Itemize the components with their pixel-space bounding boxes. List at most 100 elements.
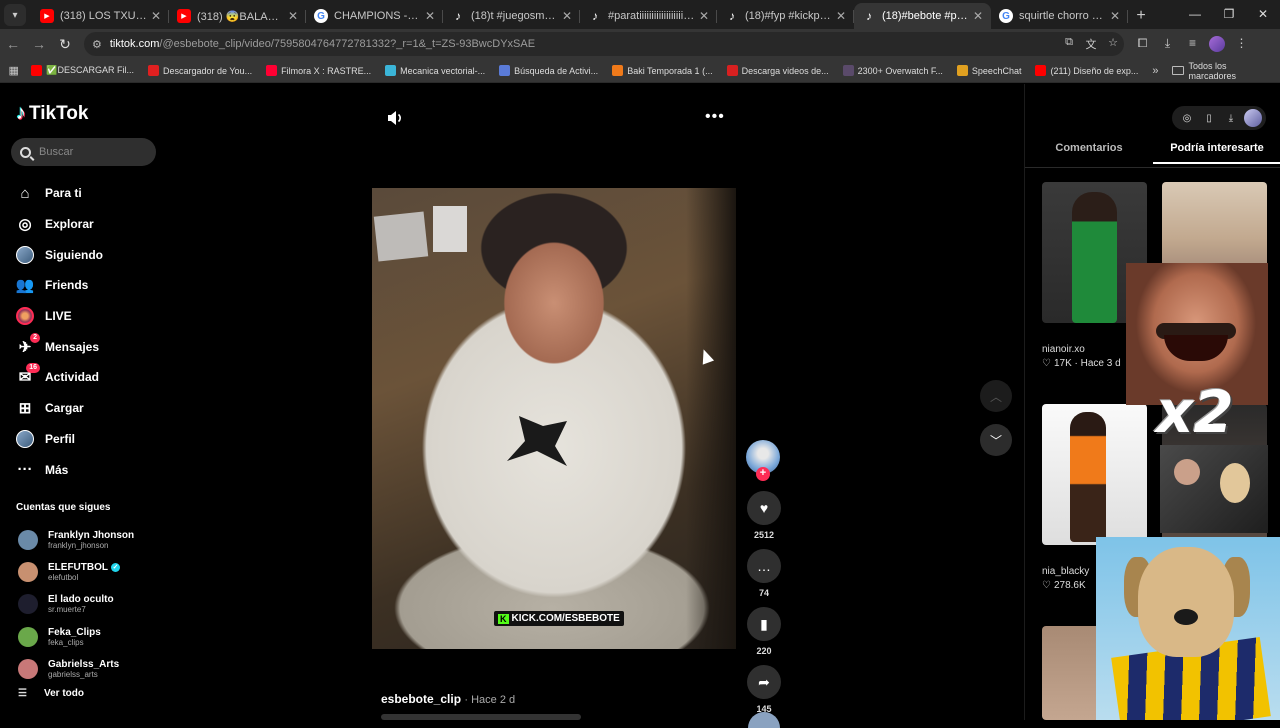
browser-tab[interactable]: ▶ (318) LOS TXURI-URDIN ✕ — [32, 3, 169, 29]
translate-icon[interactable]: 文 — [1080, 36, 1102, 52]
user-avatar[interactable] — [1244, 109, 1262, 127]
following-account[interactable]: Franklyn Jhonson franklyn_jhonson — [18, 524, 134, 556]
following-account[interactable]: Gabrielss_Arts gabrielss_arts — [18, 653, 134, 685]
search-input[interactable] — [39, 146, 139, 158]
bookmarks-overflow-icon[interactable]: » — [1152, 65, 1158, 77]
folder-icon — [1172, 66, 1184, 75]
video-player[interactable]: K KICK.COM/ESBEBOTE — [372, 188, 736, 649]
comment-action[interactable]: … 74 — [746, 549, 782, 598]
bookmark-item[interactable]: Baki Temporada 1 (... — [612, 65, 713, 76]
media-control-icon[interactable]: ≡ — [1180, 36, 1205, 52]
following-account[interactable]: Feka_Clips feka_clips — [18, 621, 134, 653]
bookmark-item[interactable]: Descarga videos de... — [726, 65, 829, 76]
close-tab-icon[interactable]: ✕ — [1110, 9, 1120, 23]
restore-button[interactable]: ❐ — [1212, 0, 1246, 29]
bookmark-icon[interactable]: ▮ — [747, 607, 781, 641]
account-handle: feka_clips — [48, 637, 84, 647]
bookmark-item[interactable]: (211) Diseño de exp... — [1035, 65, 1138, 76]
close-tab-icon[interactable]: ✕ — [836, 9, 846, 23]
heart-outline-icon: ♡ — [1042, 580, 1051, 591]
author-avatar[interactable]: + — [746, 440, 780, 481]
minimize-button[interactable]: — — [1178, 0, 1212, 29]
save-action[interactable]: ▮ 220 — [746, 607, 782, 656]
browser-profile-avatar[interactable] — [1209, 36, 1225, 52]
download-small-icon[interactable]: ⤓ — [1220, 113, 1242, 124]
tab-suggestions[interactable]: Podría interesarte — [1153, 142, 1280, 164]
browser-tab[interactable]: G CHAMPIONS - Buscar c ✕ — [306, 3, 443, 29]
next-video-button[interactable]: ﹀ — [980, 424, 1012, 456]
bookmark-item[interactable]: SpeechChat — [956, 65, 1021, 76]
sidebar-item-cargar[interactable]: ⊞ Cargar — [16, 393, 103, 424]
shirt-print — [507, 416, 567, 466]
browser-tab[interactable]: ♪ (18)#fyp #kickperu #sid ✕ — [717, 3, 854, 29]
tiktok-logo[interactable]: ♪ TikTok — [16, 102, 88, 125]
previous-video-button[interactable]: ︿ — [980, 380, 1012, 412]
bookmark-item[interactable]: Mecanica vectorial-... — [385, 65, 485, 76]
close-tab-icon[interactable]: ✕ — [288, 9, 298, 23]
follow-plus-icon[interactable]: + — [756, 467, 770, 481]
close-tab-icon[interactable]: ✕ — [973, 9, 983, 23]
video-more-options-icon[interactable]: ••• — [705, 108, 725, 126]
browser-tab[interactable]: ♪ (18)t #juegosmecanicos ✕ — [443, 3, 580, 29]
like-action[interactable]: ♥ 2512 — [746, 491, 782, 540]
following-account[interactable]: ELEFUTBOL ✓ elefutbol — [18, 556, 134, 588]
video-author-line[interactable]: esbebote_clip · Hace 2 d — [381, 692, 515, 706]
bookmark-item[interactable]: Filmora X : RASTRE... — [266, 65, 371, 76]
heart-icon[interactable]: ♥ — [747, 491, 781, 525]
apps-grid-icon[interactable]: ▦ — [0, 64, 27, 77]
sidebar-item-más[interactable]: ··· Más — [16, 454, 103, 485]
sidebar-item-actividad[interactable]: ✉ 16 Actividad — [16, 362, 103, 393]
browser-tab[interactable]: Gsquirtle chorro de agua ✕ — [991, 3, 1128, 29]
tab-comments[interactable]: Comentarios — [1025, 142, 1153, 164]
see-all-button[interactable]: ☰ Ver todo — [18, 688, 84, 699]
browser-menu-icon[interactable]: ⋮ — [1229, 36, 1254, 52]
bookmark-item[interactable]: 2300+ Overwatch F... — [842, 65, 943, 76]
sidebar-item-mensajes[interactable]: ✈ 2 Mensajes — [16, 331, 103, 362]
address-bar[interactable]: ⚙ tiktok.com /@esbebote_clip/video/75958… — [84, 32, 1124, 56]
close-tab-icon[interactable]: ✕ — [699, 9, 709, 23]
new-tab-button[interactable]: + — [1128, 7, 1154, 25]
close-window-button[interactable]: ✕ — [1246, 0, 1280, 29]
comment-icon[interactable]: … — [747, 549, 781, 583]
suggested-user[interactable]: nianoir.xo — [1042, 344, 1085, 355]
close-tab-icon[interactable]: ✕ — [425, 9, 435, 23]
sidebar-item-friends[interactable]: 👥 Friends — [16, 270, 103, 301]
account-handle: sr.muerte7 — [48, 605, 86, 615]
download-icon[interactable]: ⤓ — [1155, 36, 1180, 52]
forward-icon[interactable]: → — [26, 36, 52, 52]
sidebar-item-perfil[interactable]: Perfil — [16, 424, 103, 455]
bookmark-item[interactable]: ✅DESCARGAR Fil... — [31, 65, 134, 76]
following-account[interactable]: El lado oculto sr.muerte7 — [18, 588, 134, 620]
all-bookmarks-button[interactable]: Todos los marcadores — [1172, 61, 1268, 81]
following-section-title: Cuentas que sigues — [16, 502, 111, 513]
device-icon[interactable]: ▯ — [1198, 113, 1220, 124]
bookmark-item[interactable]: Búsqueda de Activi... — [499, 65, 598, 76]
reload-icon[interactable]: ↻ — [52, 36, 78, 53]
browser-tab[interactable]: ▶ (318) 😨BALACERA EN ✕ — [169, 3, 306, 29]
sidebar-item-siguiendo[interactable]: Siguiendo — [16, 239, 103, 270]
bookmark-star-icon[interactable]: ☆ — [1102, 36, 1124, 52]
close-tab-icon[interactable]: ✕ — [562, 9, 572, 23]
sidebar-item-para-ti[interactable]: ⌂ Para ti — [16, 178, 103, 209]
browser-tab[interactable]: ♪ #paratiiiiiiiiiiiiiiiiiiiiiii ✕ — [580, 3, 717, 29]
extensions-icon[interactable]: ⧠ — [1130, 36, 1155, 52]
suggested-user[interactable]: nia_blacky — [1042, 566, 1089, 577]
video-author[interactable]: esbebote_clip — [381, 692, 461, 706]
suggested-video-thumb[interactable] — [1042, 404, 1147, 545]
tab-strip: ▾ ▶ (318) LOS TXURI-URDIN ✕ ▶ (318) 😨BALACER… — [0, 0, 1280, 29]
search-box[interactable] — [11, 138, 156, 166]
tab-search-button[interactable]: ▾ — [4, 4, 26, 26]
back-icon[interactable]: ← — [0, 36, 26, 52]
share-icon[interactable]: ➦ — [747, 665, 781, 699]
sidebar-item-explorar[interactable]: ◎ Explorar — [16, 209, 103, 240]
volume-icon[interactable] — [386, 109, 404, 127]
install-app-icon[interactable]: ⧉ — [1058, 36, 1080, 52]
site-info-icon[interactable]: ⚙ — [92, 38, 102, 51]
browser-tab[interactable]: ♪ (18)#bebote #parat ✕ — [854, 3, 991, 29]
share-action[interactable]: ➦ 145 — [746, 665, 782, 714]
sidebar-item-label: Friends — [45, 278, 89, 293]
sidebar-item-live[interactable]: LIVE — [16, 301, 103, 332]
bookmark-item[interactable]: Descargador de You... — [148, 65, 252, 76]
close-tab-icon[interactable]: ✕ — [151, 9, 161, 23]
compass-small-icon[interactable]: ◎ — [1176, 113, 1198, 124]
